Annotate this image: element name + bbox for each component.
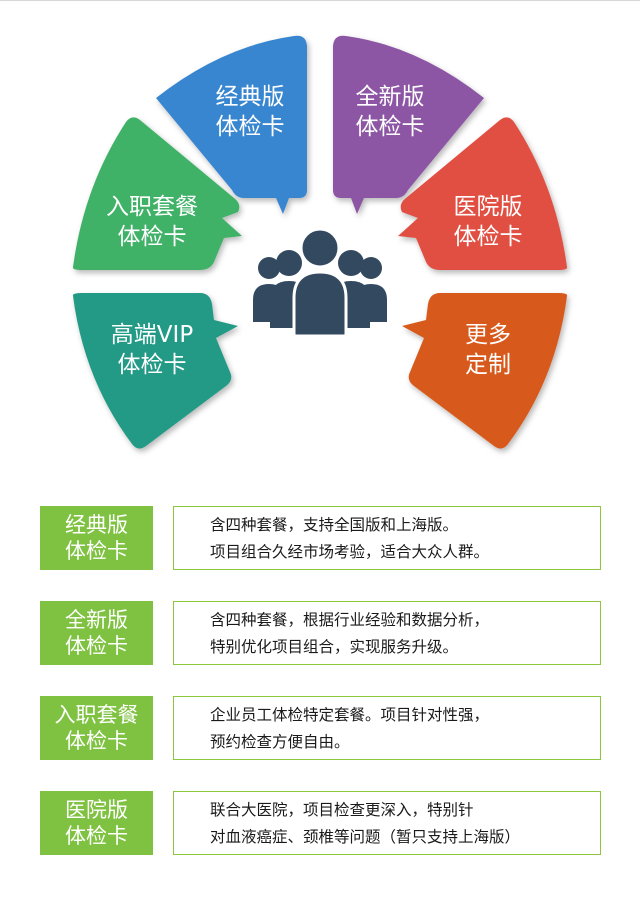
people-group-icon [253, 227, 387, 338]
card-tag-line2: 体检卡 [65, 729, 128, 753]
petal-hospital-line1: 医院版 [453, 194, 523, 220]
petal-new-line1: 全新版 [355, 84, 425, 110]
card-description-line1: 联合大医院，项目检查更深入，特别针 [210, 801, 474, 819]
petal-vip-line2: 体检卡 [117, 352, 187, 378]
card-tag-new: 全新版 体检卡 [40, 601, 153, 665]
card-description-box: 联合大医院，项目检查更深入，特别针 对血液癌症、颈椎等问题（暂只支持上海版） [173, 791, 601, 855]
card-tag-line1: 医院版 [65, 798, 128, 822]
petal-onboarding-line1: 入职套餐 [106, 194, 198, 220]
card-row-classic: 经典版 体检卡 含四种套餐，支持全国版和上海版。 项目组合久经市场考验，适合大众… [40, 506, 601, 570]
petal-custom-line2: 定制 [465, 352, 511, 378]
card-description-line2: 特别优化项目组合，实现服务升级。 [210, 638, 459, 656]
petal-hospital-line2: 体检卡 [453, 224, 523, 250]
petal-label-hospital: 医院版 体检卡 [418, 192, 558, 252]
petal-vip-line1: 高端VIP [110, 322, 194, 348]
card-tag-line1: 经典版 [65, 513, 128, 537]
card-tag-line2: 体检卡 [65, 539, 128, 563]
petal-label-onboarding: 入职套餐 体检卡 [82, 192, 222, 252]
card-tag-line1: 入职套餐 [54, 703, 139, 727]
card-row-new: 全新版 体检卡 含四种套餐，根据行业经验和数据分析， 特别优化项目组合，实现服务… [40, 601, 601, 665]
card-description-line1: 企业员工体检特定套餐。项目针对性强， [210, 706, 490, 724]
card-tag-onboarding: 入职套餐 体检卡 [40, 696, 153, 760]
card-description-box: 含四种套餐，支持全国版和上海版。 项目组合久经市场考验，适合大众人群。 [173, 506, 601, 570]
card-row-hospital: 医院版 体检卡 联合大医院，项目检查更深入，特别针 对血液癌症、颈椎等问题（暂只… [40, 791, 601, 855]
petal-label-custom: 更多 定制 [418, 320, 558, 380]
card-tag-line2: 体检卡 [65, 824, 128, 848]
petal-custom-line1: 更多 [465, 322, 511, 348]
petal-label-vip: 高端VIP 体检卡 [82, 320, 222, 380]
card-description-line2: 对血液癌症、颈椎等问题（暂只支持上海版） [210, 828, 521, 846]
petal-onboarding-line2: 体检卡 [117, 224, 187, 250]
card-row-onboarding: 入职套餐 体检卡 企业员工体检特定套餐。项目针对性强， 预约检查方便自由。 [40, 696, 601, 760]
card-description-box: 含四种套餐，根据行业经验和数据分析， 特别优化项目组合，实现服务升级。 [173, 601, 601, 665]
card-tag-line2: 体检卡 [65, 634, 128, 658]
package-wheel: 经典版 体检卡 全新版 体检卡 入职套餐 体检卡 医院版 体检卡 高端VIP 体… [0, 0, 640, 470]
petal-label-classic: 经典版 体检卡 [180, 82, 320, 142]
card-tag-classic: 经典版 体检卡 [40, 506, 153, 570]
petal-classic-line1: 经典版 [215, 84, 285, 110]
card-description-box: 企业员工体检特定套餐。项目针对性强， 预约检查方便自由。 [173, 696, 601, 760]
card-description-line2: 预约检查方便自由。 [210, 733, 350, 751]
card-tag-hospital: 医院版 体检卡 [40, 791, 153, 855]
petal-classic-line2: 体检卡 [215, 114, 285, 140]
card-description-line1: 含四种套餐，支持全国版和上海版。 [210, 516, 459, 534]
card-description-line1: 含四种套餐，根据行业经验和数据分析， [210, 611, 490, 629]
petal-new-line2: 体检卡 [355, 114, 425, 140]
card-tag-line1: 全新版 [65, 608, 128, 632]
petal-label-new: 全新版 体检卡 [320, 82, 460, 142]
card-description-line2: 项目组合久经市场考验，适合大众人群。 [210, 543, 490, 561]
